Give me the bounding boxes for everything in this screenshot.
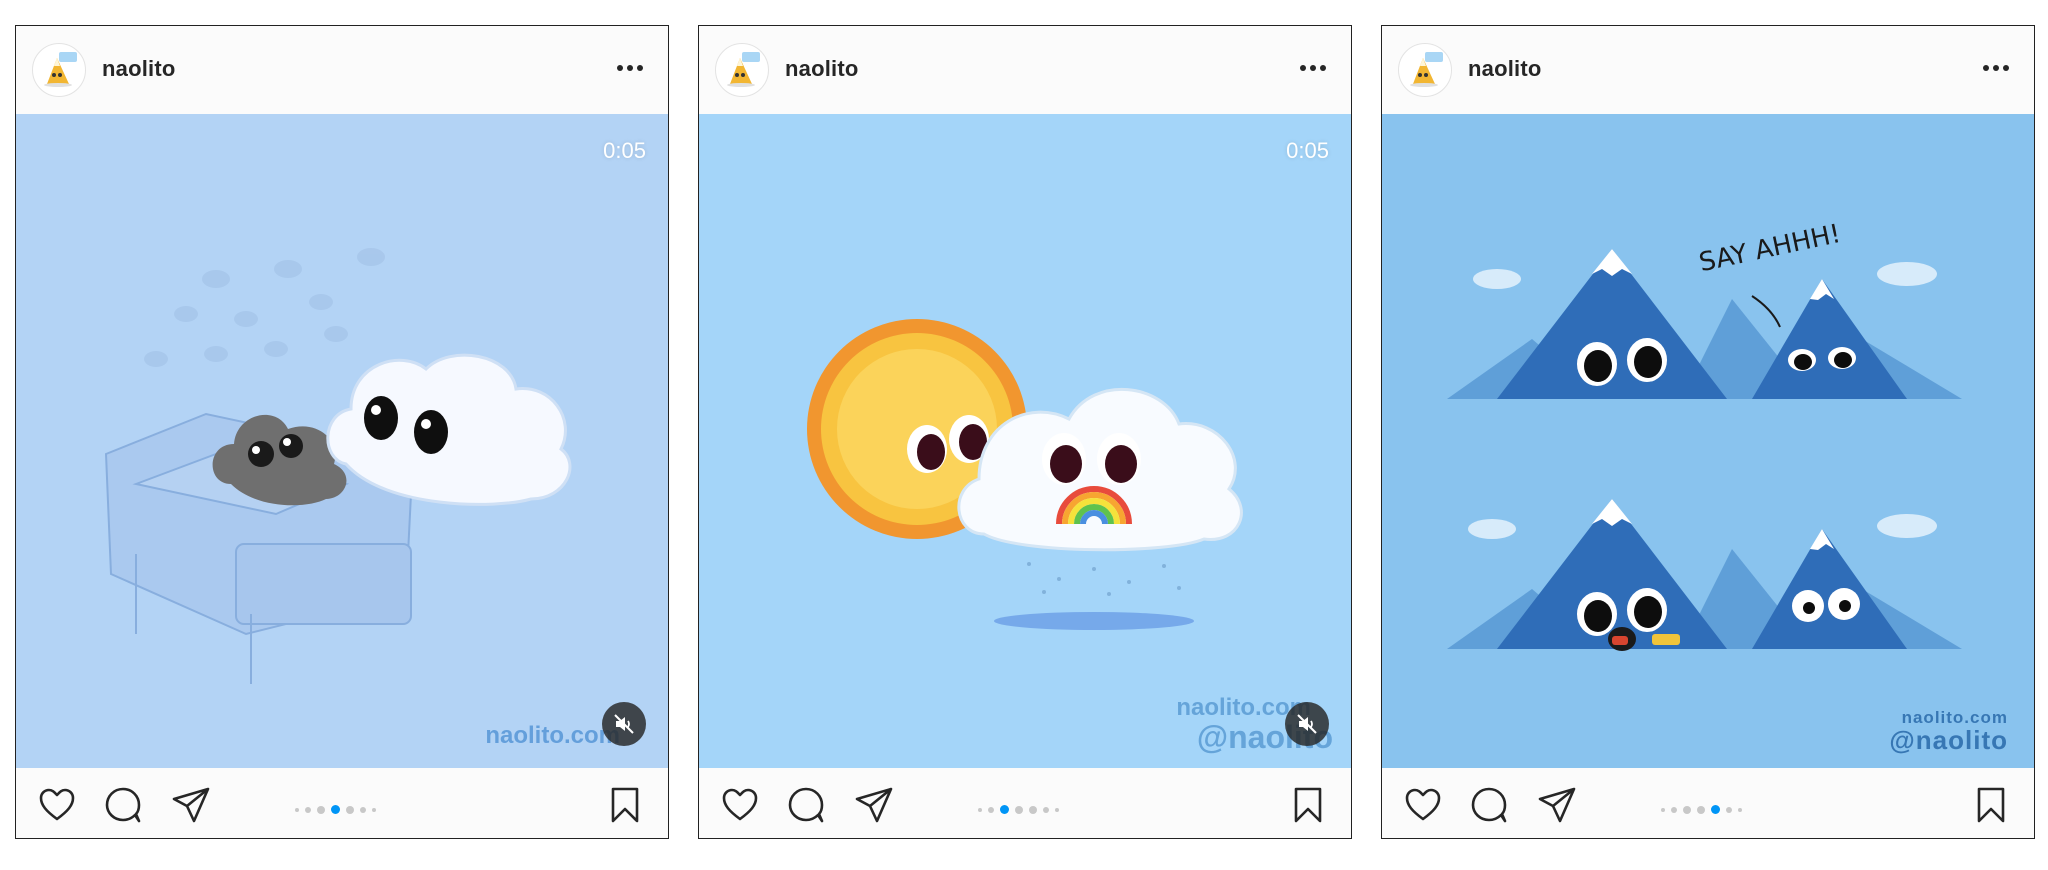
- avatar[interactable]: [715, 43, 769, 97]
- carousel-dot: [305, 806, 311, 813]
- carousel-dot: [1015, 805, 1023, 814]
- avatar[interactable]: [32, 43, 86, 97]
- carousel-dot-active: [1711, 805, 1720, 815]
- action-bar: [1382, 768, 2034, 838]
- carousel-dot: [1697, 805, 1705, 814]
- mute-button[interactable]: [602, 702, 646, 746]
- post-header: naolito: [1382, 26, 2034, 114]
- carousel-dot: [1726, 806, 1732, 813]
- more-options-button[interactable]: [612, 54, 648, 82]
- more-options-button[interactable]: [1978, 54, 2014, 82]
- comment-icon[interactable]: [1468, 784, 1510, 826]
- video-timer: 0:05: [603, 138, 646, 163]
- like-icon[interactable]: [36, 784, 78, 826]
- video-timer: 0:05: [1286, 138, 1329, 163]
- more-options-button[interactable]: [1295, 54, 1331, 82]
- comment-icon[interactable]: [785, 784, 827, 826]
- speaker-muted-icon: [614, 714, 634, 734]
- post-video[interactable]: 0:05 naolito.com: [16, 114, 668, 768]
- comment-icon[interactable]: [102, 784, 144, 826]
- carousel-dot: [1683, 805, 1691, 814]
- action-bar: [699, 768, 1351, 838]
- save-icon[interactable]: [1970, 784, 2012, 826]
- carousel-dot: [988, 806, 994, 813]
- watermark-handle: @naolito: [1889, 725, 2008, 755]
- naolito-mountain-avatar-icon: [44, 52, 77, 87]
- watermark-site: naolito.com: [485, 722, 620, 749]
- like-icon[interactable]: [719, 784, 761, 826]
- carousel-dot: [360, 806, 366, 813]
- share-icon[interactable]: [1536, 784, 1578, 826]
- carousel-dot: [1029, 805, 1037, 814]
- carousel-indicator: [975, 801, 1062, 815]
- username[interactable]: naolito: [102, 56, 176, 82]
- instagram-post: naolito: [698, 25, 1352, 839]
- naolito-mountain-avatar-icon: [727, 52, 760, 87]
- share-icon[interactable]: [853, 784, 895, 826]
- post-header: naolito: [699, 26, 1351, 114]
- carousel-indicator: [292, 801, 379, 815]
- carousel-dot: [317, 805, 325, 814]
- sun-and-cloud-illustration: [807, 319, 1243, 630]
- action-bar: [16, 768, 668, 838]
- post-header: naolito: [16, 26, 668, 114]
- cloud-illustration: [104, 248, 572, 684]
- carousel-dot: [1055, 807, 1059, 812]
- more-icon: [617, 65, 643, 71]
- carousel-dot: [295, 807, 299, 812]
- carousel-dot: [1043, 806, 1049, 813]
- carousel-dot-active: [331, 805, 340, 815]
- mute-button[interactable]: [1285, 702, 1329, 746]
- save-icon[interactable]: [604, 784, 646, 826]
- like-icon[interactable]: [1402, 784, 1444, 826]
- speech-text: SAY AHHH!: [1697, 219, 1844, 278]
- naolito-mountain-avatar-icon: [1410, 52, 1443, 87]
- mountains-comic-illustration: SAY AHHH!: [1447, 219, 1962, 651]
- carousel-dot: [1671, 806, 1677, 813]
- carousel-dot: [1738, 807, 1742, 812]
- carousel-dot: [372, 807, 376, 812]
- carousel-indicator: [1658, 801, 1745, 815]
- username[interactable]: naolito: [785, 56, 859, 82]
- instagram-post: naolito: [15, 25, 669, 839]
- post-video[interactable]: 0:05 naolito.com @naolito: [699, 114, 1351, 768]
- post-image[interactable]: SAY AHHH! naolito.com @naolito: [1382, 114, 2034, 768]
- more-icon: [1300, 65, 1326, 71]
- carousel-dot: [1661, 807, 1665, 812]
- carousel-dot: [346, 805, 354, 814]
- instagram-post: naolito: [1381, 25, 2035, 839]
- avatar[interactable]: [1398, 43, 1452, 97]
- carousel-dot-active: [1000, 805, 1009, 815]
- carousel-dot: [978, 807, 982, 812]
- save-icon[interactable]: [1287, 784, 1329, 826]
- more-icon: [1983, 65, 2009, 71]
- share-icon[interactable]: [170, 784, 212, 826]
- speaker-muted-icon: [1297, 714, 1317, 734]
- username[interactable]: naolito: [1468, 56, 1542, 82]
